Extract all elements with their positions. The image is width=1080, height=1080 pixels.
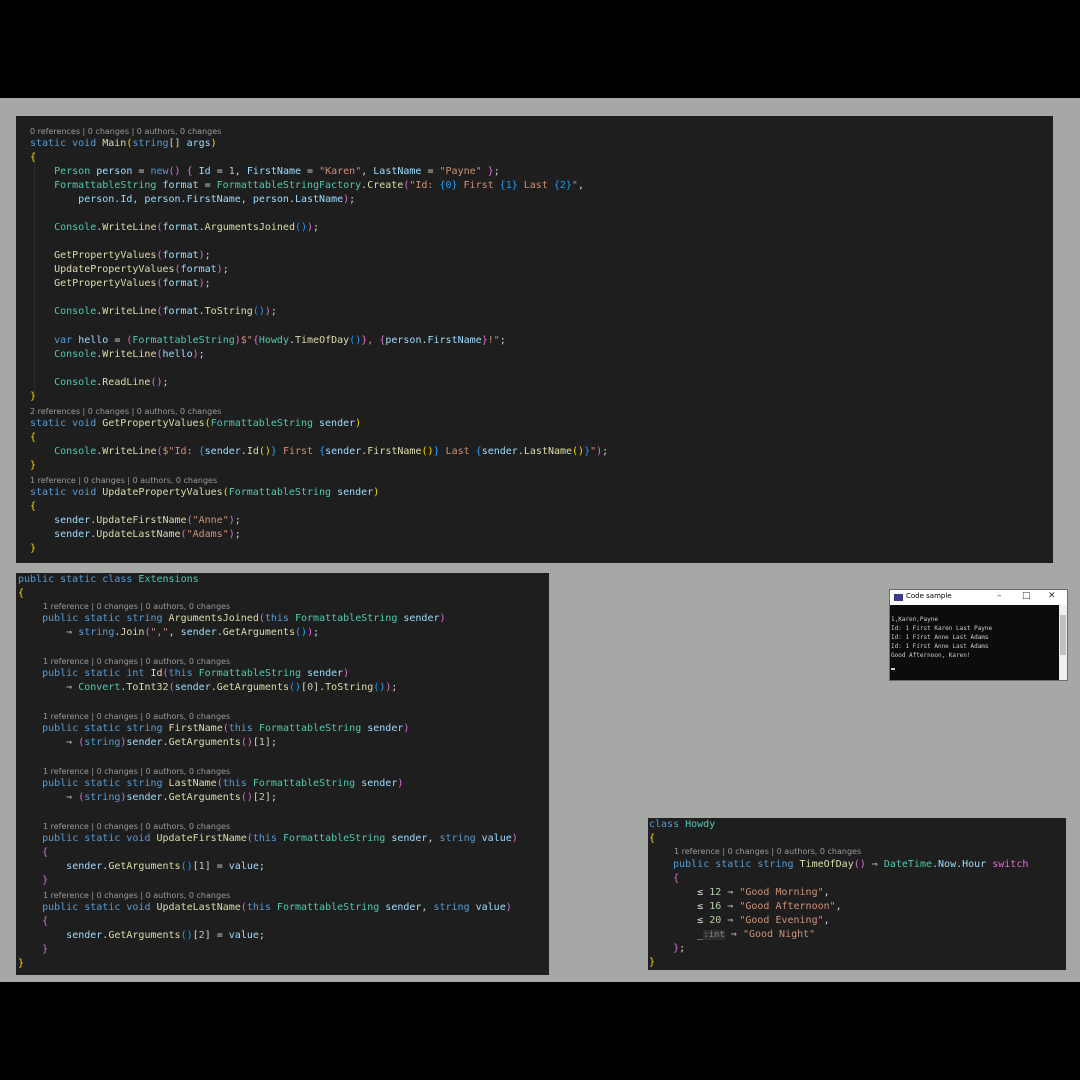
codelens-first-name[interactable]: 1 reference | 0 changes | 0 authors, 0 c… (43, 712, 230, 722)
code-line: } (649, 957, 656, 968)
console-window[interactable]: Code sample – □ ✕ 1,Karen,Payne Id: 1 Fi… (889, 589, 1068, 681)
code-editor-extensions: public static class Extensions { 1 refer… (16, 573, 549, 975)
code-line: } (42, 875, 49, 886)
code-line: _:int ⇒ "Good Night" (649, 929, 816, 940)
codelens-update-last-name[interactable]: 1 reference | 0 changes | 0 authors, 0 c… (43, 891, 230, 901)
code-line: UpdatePropertyValues(format); (54, 264, 229, 275)
console-output-line: Id: 1 First Karen Last Payne (891, 625, 993, 632)
code-line: { (649, 833, 656, 844)
console-output-line: Id: 1 First Anne Last Adams (891, 643, 989, 650)
code-line: sender.UpdateLastName("Adams"); (54, 529, 241, 540)
code-line: Console.ReadLine(); (54, 377, 169, 388)
code-line: public static int Id(this FormattableStr… (42, 668, 350, 679)
code-line: { (18, 588, 25, 599)
inlay-type-hint: :int (703, 930, 725, 940)
code-line: ⇒ (string)sender.GetArguments()[1]; (18, 737, 277, 748)
scrollbar-thumb[interactable] (1060, 615, 1066, 655)
code-line: static void GetPropertyValues(Formattabl… (30, 418, 362, 429)
code-line: ≤ 16 ⇒ "Good Afternoon", (649, 901, 842, 912)
codelens-update-first-name[interactable]: 1 reference | 0 changes | 0 authors, 0 c… (43, 822, 230, 832)
console-title-bar[interactable]: Code sample – □ ✕ (890, 590, 1067, 605)
codelens-update-property-values[interactable]: 1 reference | 0 changes | 0 authors, 0 c… (30, 476, 217, 486)
code-editor-howdy: class Howdy { 1 reference | 0 changes | … (648, 818, 1066, 970)
code-line: static void Main(string[] args) (30, 138, 217, 149)
console-cursor (891, 668, 895, 670)
code-line: static void UpdatePropertyValues(Formatt… (30, 487, 380, 498)
code-line: Console.WriteLine($"Id: {sender.Id()} Fi… (54, 446, 609, 457)
code-line: Console.WriteLine(format.ToString()); (54, 306, 277, 317)
code-line: } (18, 958, 25, 969)
code-line: { (42, 847, 49, 858)
code-line: } (42, 944, 49, 955)
console-output-line: Good Afternoon, Karen! (891, 652, 971, 659)
console-app-icon (894, 594, 903, 601)
code-line: { (30, 501, 37, 512)
code-line: public static void UpdateFirstName(this … (42, 833, 518, 844)
code-line: { (30, 432, 37, 443)
console-output-line: 1,Karen,Payne (891, 616, 938, 623)
code-line: Console.WriteLine(hello); (54, 349, 205, 360)
console-title: Code sample (906, 592, 952, 600)
minimize-icon[interactable]: – (997, 591, 1002, 601)
code-line: GetPropertyValues(format); (54, 278, 211, 289)
maximize-icon[interactable]: □ (1022, 591, 1031, 601)
code-line: Console.WriteLine(format.ArgumentsJoined… (54, 222, 320, 233)
code-line: sender.UpdateFirstName("Anne"); (54, 515, 241, 526)
code-line: ≤ 20 ⇒ "Good Evening", (649, 915, 830, 926)
code-line: class Howdy (649, 819, 716, 830)
codelens-arguments-joined[interactable]: 1 reference | 0 changes | 0 authors, 0 c… (43, 602, 230, 612)
code-line: }; (673, 943, 686, 954)
code-line: { (30, 152, 37, 163)
code-line: var hello = (FormattableString)$"{Howdy.… (54, 335, 506, 346)
code-line: { (42, 916, 49, 927)
code-line: Person person = new() { Id = 1, FirstNam… (54, 166, 500, 177)
code-line: public static string TimeOfDay() ⇒ DateT… (673, 859, 1029, 870)
console-output-line: Id: 1 First Anne Last Adams (891, 634, 989, 641)
code-line: public static class Extensions (18, 574, 199, 585)
console-scrollbar[interactable] (1059, 605, 1067, 680)
code-line: public static string FirstName(this Form… (42, 723, 410, 734)
code-line: { (673, 873, 680, 884)
codelens-get-property-values[interactable]: 2 references | 0 changes | 0 authors, 0 … (30, 407, 221, 417)
code-line: GetPropertyValues(format); (54, 250, 211, 261)
code-line: } (30, 543, 37, 554)
screenshot-collage: 0 references | 0 changes | 0 authors, 0 … (0, 98, 1080, 982)
code-line: public static string ArgumentsJoined(thi… (42, 613, 446, 624)
close-icon[interactable]: ✕ (1048, 591, 1056, 601)
code-editor-main: 0 references | 0 changes | 0 authors, 0 … (16, 116, 1053, 563)
code-line: FormattableString format = FormattableSt… (54, 180, 584, 191)
code-line: ⇒ (string)sender.GetArguments()[2]; (18, 792, 277, 803)
code-line: sender.GetArguments()[1] = value; (66, 861, 265, 872)
code-line: person.Id, person.FirstName, person.Last… (78, 194, 356, 205)
code-line: sender.GetArguments()[2] = value; (66, 930, 265, 941)
codelens-main[interactable]: 0 references | 0 changes | 0 authors, 0 … (30, 127, 221, 137)
code-line: public static string LastName(this Forma… (42, 778, 404, 789)
code-line: ⇒ string.Join(",", sender.GetArguments()… (18, 627, 320, 638)
code-line: ≤ 12 ⇒ "Good Morning", (649, 887, 830, 898)
codelens-time-of-day[interactable]: 1 reference | 0 changes | 0 authors, 0 c… (674, 847, 861, 857)
code-line: } (30, 460, 37, 471)
codelens-id[interactable]: 1 reference | 0 changes | 0 authors, 0 c… (43, 657, 230, 667)
codelens-last-name[interactable]: 1 reference | 0 changes | 0 authors, 0 c… (43, 767, 230, 777)
code-line: ⇒ Convert.ToInt32(sender.GetArguments()[… (18, 682, 398, 693)
code-line: } (30, 391, 37, 402)
code-line: public static void UpdateLastName(this F… (42, 902, 512, 913)
